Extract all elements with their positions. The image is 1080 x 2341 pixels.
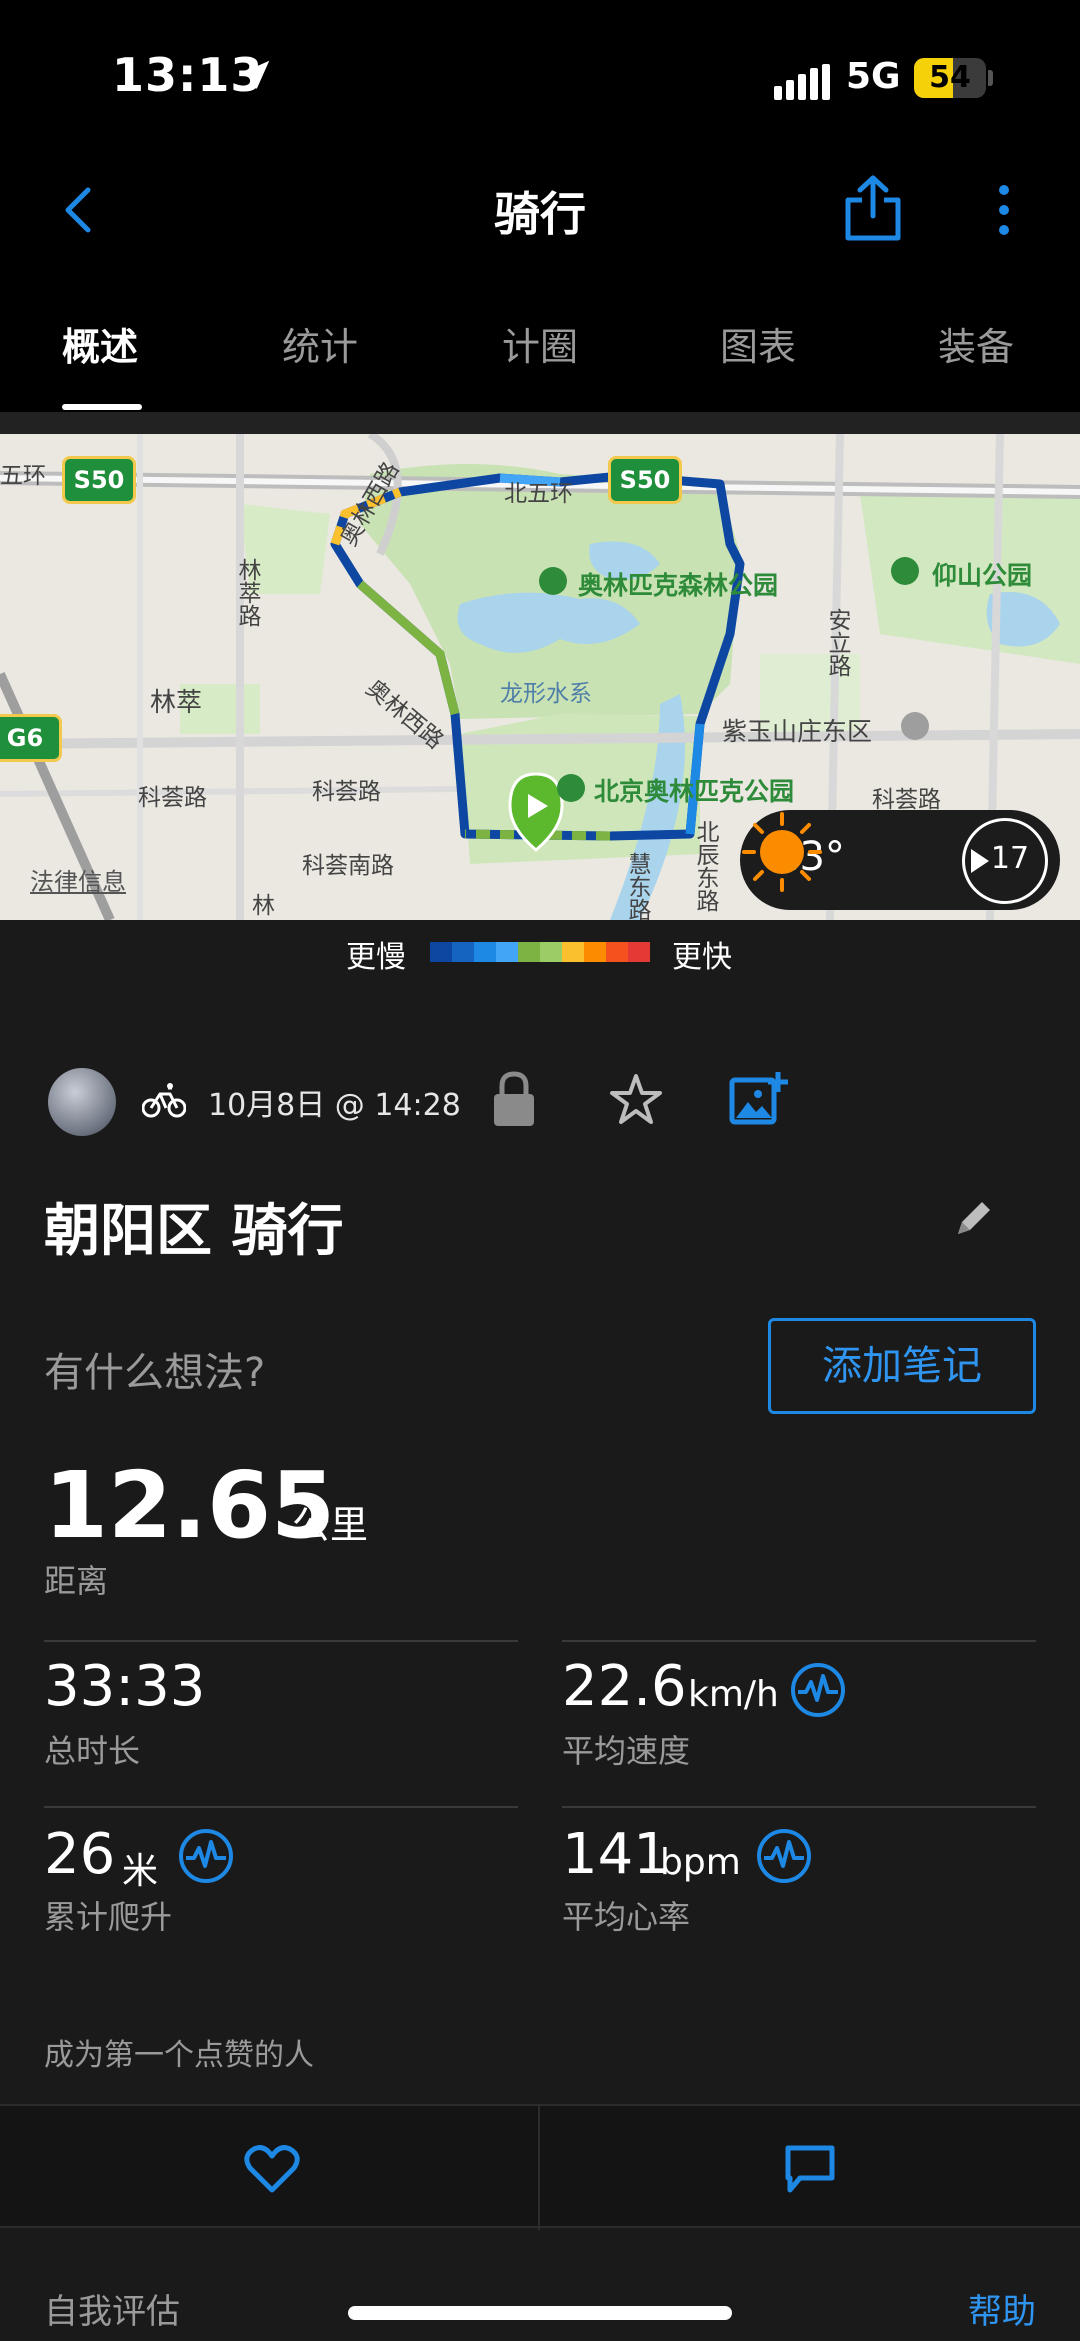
- stats-divider: [562, 1640, 1036, 1642]
- map-label-wuhuan: 五环: [0, 463, 46, 489]
- legend-swatch: [452, 942, 474, 962]
- tab-overview[interactable]: 概述: [62, 316, 138, 371]
- add-note-button[interactable]: 添加笔记: [768, 1318, 1036, 1414]
- ascent-unit: 米: [122, 1851, 159, 1892]
- distance-label: 距离: [44, 1562, 109, 1600]
- activity-date: 10月8日 @ 14:28: [208, 1088, 461, 1123]
- tab-charts[interactable]: 图表: [720, 316, 796, 371]
- pulse-chart-icon[interactable]: [790, 1662, 846, 1718]
- network-type: 5G: [846, 56, 901, 97]
- legend-swatch: [430, 942, 452, 962]
- page-title: 骑行: [494, 187, 586, 241]
- pulse-chart-icon[interactable]: [178, 1828, 234, 1884]
- highway-shield-s50: S50: [62, 456, 136, 504]
- speed-legend: 更慢 更快: [0, 920, 1080, 980]
- map-label-huidong: 慧东路: [624, 852, 650, 920]
- edit-icon[interactable]: [952, 1196, 996, 1240]
- stats-divider: [44, 1640, 518, 1642]
- legend-swatch: [518, 942, 540, 962]
- speed-unit: km/h: [688, 1674, 779, 1715]
- battery-tip: [988, 70, 993, 86]
- map-label-anli: 安立路: [824, 608, 850, 677]
- highway-shield-g6: G6: [0, 714, 62, 762]
- map-label-kehui: 科荟路: [138, 785, 207, 811]
- map-label-beiwuhuan: 北五环: [504, 481, 573, 507]
- activity-meta-row: 10月8日 @ 14:28: [0, 1060, 1080, 1140]
- status-bar: 13:13 5G 54: [0, 0, 1080, 140]
- battery-percent: 54: [929, 60, 971, 95]
- legend-slow-label: 更慢: [346, 940, 406, 975]
- thoughts-prompt[interactable]: 有什么想法?: [44, 1340, 265, 1398]
- home-indicator[interactable]: [348, 2306, 732, 2320]
- route-map[interactable]: S50 S50 G6 五环 北五环 林萃路 奥林西路 奥林西路 奥林匹克森林公园…: [0, 434, 1080, 920]
- action-divider: [538, 2106, 540, 2230]
- legend-swatch: [540, 942, 562, 962]
- location-arrow-icon: [240, 60, 270, 90]
- legend-swatch: [474, 942, 496, 962]
- distance-unit: 公里: [292, 1503, 369, 1547]
- heart-rate-value: 141: [562, 1822, 669, 1887]
- ascent-value: 26: [44, 1822, 116, 1887]
- map-label-lin: 林: [252, 893, 275, 919]
- duration-value: 33:33: [44, 1654, 206, 1719]
- legal-info-link[interactable]: 法律信息: [30, 862, 126, 897]
- legend-swatch: [562, 942, 584, 962]
- active-tab-indicator: [62, 404, 142, 410]
- speed-value: 22.6: [562, 1654, 687, 1719]
- share-button[interactable]: [840, 172, 906, 244]
- tabs-divider: [0, 412, 1080, 434]
- more-options-button[interactable]: [980, 180, 1028, 240]
- highway-shield-s50: S50: [608, 456, 682, 504]
- tab-stats[interactable]: 统计: [282, 316, 358, 371]
- legend-swatch: [584, 942, 606, 962]
- action-bar: [0, 2104, 1080, 2230]
- likes-prompt[interactable]: 成为第一个点赞的人: [44, 2030, 314, 2074]
- like-button[interactable]: [244, 2144, 300, 2194]
- legend-swatch: [606, 942, 628, 962]
- map-label-beichen: 北辰东路: [692, 820, 718, 912]
- sun-icon: [742, 812, 822, 892]
- map-label-kehui-south: 科荟南路: [302, 853, 394, 879]
- signal-icon: [774, 64, 830, 100]
- add-photo-icon[interactable]: [728, 1070, 788, 1128]
- ascent-label: 累计爬升: [44, 1898, 173, 1936]
- stats-divider: [44, 1806, 518, 1808]
- map-label-linsui: 林萃路: [234, 558, 260, 627]
- pulse-chart-icon[interactable]: [756, 1828, 812, 1884]
- wind-indicator: 17: [962, 818, 1048, 904]
- bike-icon: [142, 1083, 186, 1118]
- nav-bar: 骑行: [0, 140, 1080, 280]
- comment-button[interactable]: [784, 2144, 836, 2194]
- map-label-longxing: 龙形水系: [500, 681, 592, 707]
- tab-laps[interactable]: 计圈: [502, 316, 578, 371]
- map-label-yangshan: 仰山公园: [932, 561, 1033, 590]
- tab-bar: 概述 统计 计圈 图表 装备: [0, 280, 1080, 412]
- legend-swatch: [628, 942, 650, 962]
- speed-gradient-bar: [430, 942, 650, 962]
- help-link[interactable]: 帮助: [968, 2284, 1036, 2333]
- heart-rate-unit: bpm: [660, 1842, 741, 1883]
- speed-label: 平均速度: [562, 1732, 691, 1770]
- heart-rate-label: 平均心率: [562, 1898, 691, 1936]
- stats-divider: [562, 1806, 1036, 1808]
- map-label-forest-park: 奥林匹克森林公园: [578, 571, 779, 600]
- wind-speed: 17: [990, 841, 1030, 876]
- map-label-lincui: 林萃: [150, 688, 203, 718]
- map-label-olympic-park: 北京奥林匹克公园: [594, 777, 795, 806]
- self-evaluation-label: 自我评估: [44, 2292, 180, 2332]
- map-label-kehui: 科荟路: [312, 779, 381, 805]
- avatar[interactable]: [48, 1068, 116, 1136]
- activity-title: 朝阳区 骑行: [44, 1199, 344, 1264]
- tab-gear[interactable]: 装备: [938, 316, 1014, 371]
- map-label-kehui: 科荟路: [872, 787, 941, 813]
- battery-icon: 54: [914, 58, 986, 98]
- map-label-ziyu: 紫玉山庄东区: [722, 717, 873, 746]
- duration-label: 总时长: [44, 1732, 141, 1770]
- weather-badge: 23° 17: [740, 810, 1060, 910]
- legend-swatch: [496, 942, 518, 962]
- lock-icon[interactable]: [490, 1070, 538, 1128]
- legend-fast-label: 更快: [672, 940, 732, 975]
- star-icon[interactable]: [608, 1072, 664, 1128]
